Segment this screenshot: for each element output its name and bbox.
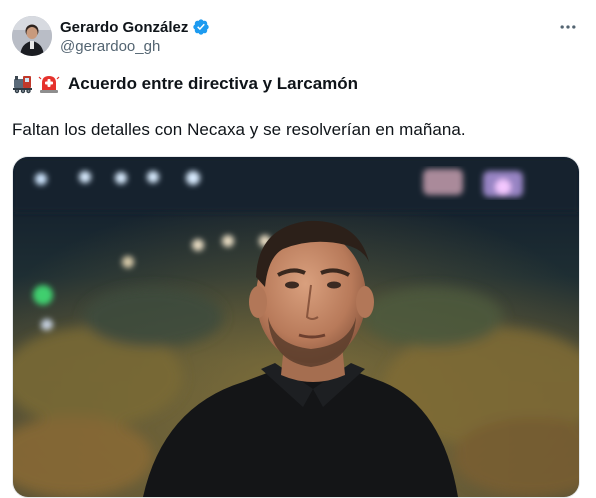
tweet-card[interactable]: Gerardo González @gerardoo_gh Acuerdo en…	[0, 0, 596, 498]
headline-text: Acuerdo entre directiva y Larcamón	[68, 74, 359, 93]
tweet-body: Faltan los detalles con Necaxa y se reso…	[12, 120, 466, 139]
more-options-button[interactable]	[556, 16, 580, 38]
avatar-image	[12, 16, 52, 56]
stadium-portrait-photo	[13, 157, 579, 497]
author-name-row: Gerardo González	[60, 17, 210, 37]
verified-badge-icon[interactable]	[192, 18, 210, 36]
tweet-media-photo[interactable]	[12, 156, 580, 498]
avatar[interactable]	[12, 16, 52, 56]
tweet-headline: Acuerdo entre directiva y Larcamón	[12, 72, 358, 96]
more-horizontal-icon	[560, 25, 576, 29]
locomotive-emoji-icon	[12, 73, 34, 95]
rotating-light-emoji-icon	[38, 73, 60, 95]
author-handle[interactable]: @gerardoo_gh	[60, 38, 160, 55]
author-name[interactable]: Gerardo González	[60, 19, 188, 36]
